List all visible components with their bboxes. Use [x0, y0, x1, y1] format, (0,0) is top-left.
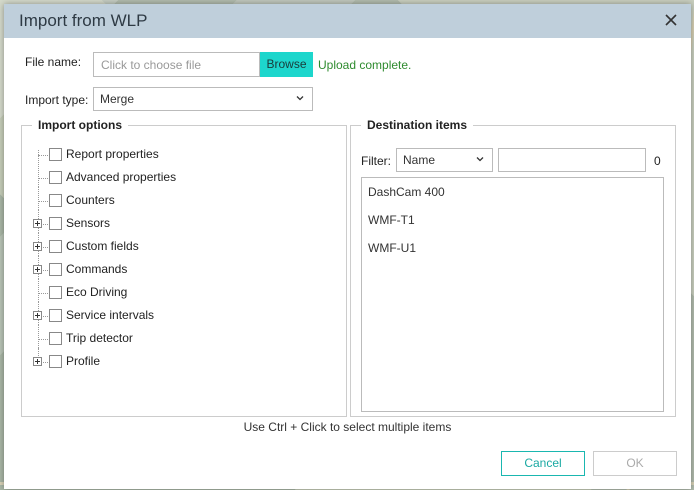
import-option-checkbox[interactable] [49, 286, 62, 299]
multi-select-hint: Use Ctrl + Click to select multiple item… [243, 420, 452, 434]
tree-line [38, 155, 48, 156]
expand-plus-icon[interactable] [33, 357, 42, 366]
import-option-checkbox[interactable] [49, 148, 62, 161]
dialog-title: Import from WLP [19, 11, 148, 30]
filter-label: Filter: [361, 154, 391, 168]
import-option-item[interactable]: Report properties [22, 146, 322, 173]
import-option-label[interactable]: Eco Driving [66, 285, 127, 299]
filter-input[interactable] [498, 148, 646, 172]
close-icon[interactable] [663, 12, 679, 28]
items-count: 0 [654, 154, 661, 168]
import-option-item[interactable]: Advanced properties [22, 164, 322, 187]
tree-line [38, 201, 48, 202]
destination-list-item[interactable]: WMF-U1 [368, 241, 416, 255]
dialog-titlebar: Import from WLP [4, 4, 691, 38]
tree-line [38, 279, 39, 302]
import-option-label[interactable]: Report properties [66, 147, 159, 161]
import-dialog: Import from WLP File name: Click to choo… [4, 4, 691, 489]
tree-line [38, 325, 39, 348]
filter-field-value: Name [403, 153, 436, 167]
upload-status: Upload complete. [318, 58, 412, 72]
import-option-checkbox[interactable] [49, 309, 62, 322]
tree-line [38, 293, 48, 294]
import-option-checkbox[interactable] [49, 263, 62, 276]
destination-list-item[interactable]: DashCam 400 [368, 185, 445, 199]
file-name-label: File name: [25, 55, 82, 69]
filter-field-select[interactable]: Name [396, 148, 493, 172]
tree-line [38, 178, 48, 179]
import-option-item[interactable]: Counters [22, 187, 322, 210]
import-option-checkbox[interactable] [49, 217, 62, 230]
import-option-label[interactable]: Service intervals [66, 308, 154, 322]
import-option-item[interactable]: Profile [22, 348, 322, 371]
tree-line [38, 339, 48, 340]
chevron-down-icon [476, 157, 484, 162]
expand-plus-icon[interactable] [33, 265, 42, 274]
file-name-input[interactable]: Click to choose file [93, 52, 260, 77]
import-type-select[interactable]: Merge [93, 87, 313, 111]
import-option-label[interactable]: Custom fields [66, 239, 139, 253]
destination-list-item[interactable]: WMF-T1 [368, 213, 415, 227]
import-option-item[interactable]: Service intervals [22, 302, 322, 325]
import-option-checkbox[interactable] [49, 332, 62, 345]
import-option-label[interactable]: Commands [66, 262, 127, 276]
import-option-label[interactable]: Sensors [66, 216, 110, 230]
expand-plus-icon[interactable] [33, 242, 42, 251]
import-option-item[interactable]: Custom fields [22, 233, 322, 256]
import-option-checkbox[interactable] [49, 194, 62, 207]
destination-items-panel: Destination items Filter: Name 0 DashCam… [350, 118, 676, 417]
expand-plus-icon[interactable] [33, 311, 42, 320]
import-type-label: Import type: [25, 93, 89, 107]
chevron-down-icon [296, 96, 304, 101]
destination-list[interactable]: DashCam 400 WMF-T1 WMF-U1 [361, 177, 664, 412]
import-options-panel: Import options Report properties Advanced… [21, 118, 347, 417]
import-option-checkbox[interactable] [49, 355, 62, 368]
import-options-legend: Import options [32, 118, 128, 132]
browse-button[interactable]: Browse [260, 52, 313, 77]
import-option-checkbox[interactable] [49, 240, 62, 253]
cancel-button[interactable]: Cancel [501, 451, 585, 476]
import-type-value: Merge [100, 92, 135, 106]
expand-plus-icon[interactable] [33, 219, 42, 228]
ok-button[interactable]: OK [593, 451, 677, 476]
import-option-label[interactable]: Trip detector [66, 331, 133, 345]
import-option-item[interactable]: Commands [22, 256, 322, 279]
import-option-item[interactable]: Trip detector [22, 325, 322, 348]
tree-line [38, 164, 39, 187]
import-option-checkbox[interactable] [49, 171, 62, 184]
import-option-item[interactable]: Sensors [22, 210, 322, 233]
destination-items-legend: Destination items [361, 118, 474, 132]
import-option-label[interactable]: Counters [66, 193, 115, 207]
tree-line [38, 187, 39, 210]
import-option-label[interactable]: Profile [66, 354, 100, 368]
import-option-label[interactable]: Advanced properties [66, 170, 176, 184]
import-option-item[interactable]: Eco Driving [22, 279, 322, 302]
